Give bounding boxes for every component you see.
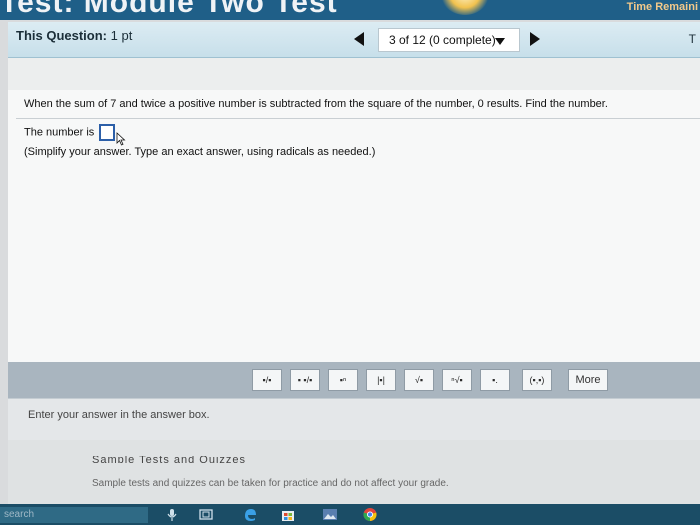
fraction-button[interactable]: ▪/▪	[252, 369, 282, 391]
question-bar: This Question: 1 pt 3 of 12 (0 complete)…	[8, 22, 700, 58]
answer-row: The number is	[24, 124, 116, 141]
nth-root-button[interactable]: ⁿ√▪	[442, 369, 472, 391]
absolute-value-button[interactable]: |▪|	[366, 369, 396, 391]
previous-question-button[interactable]	[354, 32, 364, 46]
mixed-number-button[interactable]: ▪ ▪/▪	[290, 369, 320, 391]
right-edge-label: T	[688, 32, 696, 46]
top-header: Test: Module Two Test Time Remaini	[0, 0, 700, 20]
divider	[16, 118, 700, 119]
footer: Sample Tests and Quizzes Sample tests an…	[8, 440, 700, 504]
store-icon[interactable]	[280, 507, 296, 522]
square-root-button[interactable]: √▪	[404, 369, 434, 391]
ordered-pair-button[interactable]: (▪,▪)	[522, 369, 552, 391]
this-question-label: This Question:	[16, 28, 107, 43]
light-glare	[440, 0, 490, 15]
points-value: 1 pt	[110, 28, 133, 43]
more-tools-button[interactable]: More	[568, 369, 608, 391]
question-selector[interactable]: 3 of 12 (0 complete)	[378, 28, 520, 52]
microphone-icon[interactable]	[164, 507, 180, 522]
exponent-button[interactable]: ▪ⁿ	[328, 369, 358, 391]
question-points: This Question: 1 pt	[16, 28, 132, 43]
spacer-band	[8, 58, 700, 90]
time-remaining-label: Time Remaini	[626, 1, 698, 13]
answer-input[interactable]	[99, 124, 116, 141]
photos-icon[interactable]	[322, 507, 338, 522]
question-content: When the sum of 7 and twice a positive n…	[8, 90, 700, 362]
status-bar: Enter your answer in the answer box.	[8, 398, 700, 440]
sample-tests-note: Sample tests and quizzes can be taken fo…	[92, 478, 449, 489]
taskbar: search	[0, 504, 700, 525]
question-text: When the sum of 7 and twice a positive n…	[24, 98, 608, 110]
chrome-browser-icon[interactable]	[362, 507, 378, 522]
next-question-button[interactable]	[530, 32, 540, 46]
chevron-down-icon	[495, 38, 505, 45]
status-message: Enter your answer in the answer box.	[28, 409, 210, 421]
answer-hint: (Simplify your answer. Type an exact ans…	[24, 146, 376, 158]
math-toolbar: ▪/▪ ▪ ▪/▪ ▪ⁿ |▪| √▪ ⁿ√▪ ▪. (▪,▪) More	[8, 362, 700, 398]
answer-prefix: The number is	[24, 126, 95, 139]
question-progress: 3 of 12 (0 complete)	[389, 33, 496, 47]
mouse-cursor-icon	[116, 132, 126, 146]
taskbar-search-input[interactable]: search	[0, 507, 148, 523]
decimal-button[interactable]: ▪.	[480, 369, 510, 391]
sample-tests-heading: Sample Tests and Quizzes	[92, 456, 247, 463]
test-title: Test: Module Two Test	[0, 0, 338, 19]
task-view-icon[interactable]	[198, 507, 214, 522]
edge-browser-icon[interactable]	[242, 507, 258, 522]
